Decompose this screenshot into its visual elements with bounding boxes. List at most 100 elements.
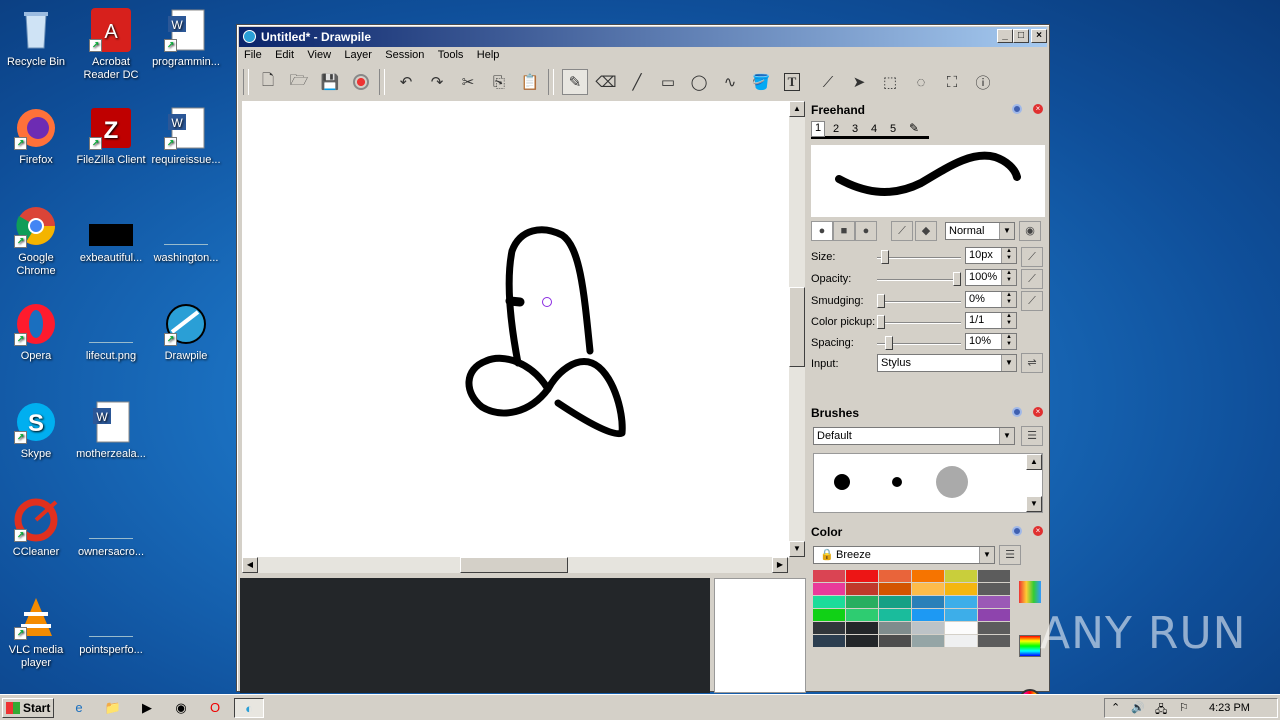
opacity-spinbox[interactable]: 100% ▲ ▼ xyxy=(965,269,1017,286)
paste-icon[interactable]: 📋 xyxy=(517,69,543,95)
size-spinbox[interactable]: 10px ▲ ▼ xyxy=(965,247,1017,264)
volume-icon[interactable]: 🔊 xyxy=(1131,701,1145,714)
color-swatch[interactable] xyxy=(978,609,1010,621)
desktop-icon-acrobat[interactable]: A ↗ Acrobat Reader DC xyxy=(73,8,149,82)
action-center-icon[interactable]: ⚐ xyxy=(1179,701,1189,714)
color-swatch[interactable] xyxy=(945,570,977,582)
undo-icon[interactable]: ↶ xyxy=(393,69,419,95)
color-swatch[interactable] xyxy=(912,622,944,634)
desktop-icon-ownersacro[interactable]: ownersacro... xyxy=(73,498,149,559)
color-swatch[interactable] xyxy=(879,596,911,608)
chrome-taskbar-icon[interactable]: ◉ xyxy=(170,698,192,718)
rectangle-tool-icon[interactable]: ▭ xyxy=(655,69,681,95)
desktop-icon-recycle-bin[interactable]: Recycle Bin xyxy=(0,8,74,69)
smudging-spinbox[interactable]: 0% ▲ ▼ xyxy=(965,291,1017,308)
close-button[interactable]: × xyxy=(1031,29,1047,43)
color-swatch[interactable] xyxy=(978,635,1010,647)
brush-preset-small[interactable] xyxy=(892,477,902,487)
desktop-icon-drawpile[interactable]: ↗ Drawpile xyxy=(148,302,224,363)
brush-slot-5[interactable]: 5 xyxy=(890,123,896,135)
close-panel-icon[interactable]: × xyxy=(1033,104,1043,114)
desktop-icon-ccleaner[interactable]: ↗ CCleaner xyxy=(0,498,74,559)
color-swatch[interactable] xyxy=(879,583,911,595)
save-icon[interactable]: 💾 xyxy=(317,69,343,95)
desktop-icon-opera[interactable]: ↗ Opera xyxy=(0,302,74,363)
canvas-vertical-scrollbar[interactable]: ▲ ▼ xyxy=(789,101,805,557)
color-swatch[interactable] xyxy=(912,635,944,647)
desktop-icon-lifecut[interactable]: lifecut.png xyxy=(73,302,149,363)
new-file-icon[interactable]: 🗋 xyxy=(255,69,281,95)
input-settings-icon[interactable]: ⇌ xyxy=(1021,353,1043,373)
color-picker-icon[interactable]: ⟋ xyxy=(815,69,841,95)
vertical-scroll-thumb[interactable] xyxy=(789,287,805,367)
opacity-slider-knob[interactable] xyxy=(953,272,961,286)
brush-slot-2[interactable]: 2 xyxy=(833,123,839,135)
color-swatch[interactable] xyxy=(912,583,944,595)
line-tool-icon[interactable]: ╱ xyxy=(624,69,650,95)
open-folder-icon[interactable]: 🗁 xyxy=(286,69,312,95)
color-swatch[interactable] xyxy=(978,622,1010,634)
float-panel-icon[interactable] xyxy=(1012,104,1022,114)
media-player-taskbar-icon[interactable]: ▶ xyxy=(136,698,158,718)
desktop-icon-chrome[interactable]: ↗ Google Chrome xyxy=(0,204,74,278)
color-swatch[interactable] xyxy=(945,622,977,634)
input-select[interactable]: Stylus ▼ xyxy=(877,354,1017,372)
color-swatch[interactable] xyxy=(846,622,878,634)
color-swatch[interactable] xyxy=(846,596,878,608)
redo-icon[interactable]: ↷ xyxy=(424,69,450,95)
ie-taskbar-icon[interactable]: e xyxy=(68,698,90,718)
minimize-button[interactable]: _ xyxy=(997,29,1013,43)
menu-layer[interactable]: Layer xyxy=(339,47,377,63)
color-swatch[interactable] xyxy=(945,583,977,595)
brush-slot-4[interactable]: 4 xyxy=(871,123,877,135)
menu-edit[interactable]: Edit xyxy=(270,47,299,63)
chat-box[interactable] xyxy=(240,578,710,693)
brush-preset-select[interactable]: Default ▼ xyxy=(813,427,1015,445)
size-slider-knob[interactable] xyxy=(880,250,889,264)
opera-taskbar-icon[interactable]: O xyxy=(204,698,226,718)
float-panel-icon[interactable] xyxy=(1012,407,1022,417)
menu-file[interactable]: File xyxy=(239,47,267,63)
palette-select[interactable]: 🔒 Breeze ▼ xyxy=(813,546,995,564)
color-swatch[interactable] xyxy=(912,596,944,608)
rect-select-icon[interactable]: ⬚ xyxy=(877,69,903,95)
colorpickup-slider-knob[interactable] xyxy=(877,315,885,329)
lasso-select-icon[interactable]: ◌ xyxy=(908,69,934,95)
colorpickup-spinbox[interactable]: 1/1 ▲ ▼ xyxy=(965,312,1017,329)
menu-help[interactable]: Help xyxy=(472,47,505,63)
desktop-icon-pointsperfo[interactable]: pointsperfo... xyxy=(73,596,149,657)
start-button[interactable]: Start xyxy=(2,698,54,718)
opacity-slider[interactable] xyxy=(877,279,961,281)
color-swatch[interactable] xyxy=(813,609,845,621)
color-swatch[interactable] xyxy=(846,570,878,582)
user-list[interactable] xyxy=(714,578,806,693)
color-swatch[interactable] xyxy=(879,635,911,647)
drawing-canvas[interactable] xyxy=(242,101,789,558)
text-tool-icon[interactable]: T xyxy=(779,69,805,95)
eraser-slot-icon[interactable]: ✎ xyxy=(909,121,919,135)
brush-menu-icon[interactable]: ☰ xyxy=(1021,426,1043,446)
record-icon[interactable] xyxy=(348,69,374,95)
smudging-slider-knob[interactable] xyxy=(877,294,885,308)
color-swatch[interactable] xyxy=(813,596,845,608)
color-swatch[interactable] xyxy=(846,583,878,595)
spacing-spinbox[interactable]: 10% ▲ ▼ xyxy=(965,333,1017,350)
brush-mode-icon[interactable]: ⟋ xyxy=(891,221,913,241)
brush-presets-list[interactable]: ▲ ▼ xyxy=(813,453,1043,513)
slider-mode-icon[interactable] xyxy=(1019,635,1041,657)
color-swatch[interactable] xyxy=(978,583,1010,595)
color-swatch[interactable] xyxy=(813,622,845,634)
soft-brush-icon[interactable]: ● xyxy=(855,221,877,241)
brush-slot-1[interactable]: 1 xyxy=(811,121,825,137)
size-pressure-icon[interactable]: ⟋ xyxy=(1021,247,1043,267)
square-brush-icon[interactable]: ■ xyxy=(833,221,855,241)
scroll-down-icon[interactable]: ▼ xyxy=(789,541,805,557)
tray-expand-icon[interactable]: ⌃ xyxy=(1111,701,1120,714)
desktop-icon-word-doc-2[interactable]: W ↗ requireissue... xyxy=(148,106,224,167)
brush-preset-hard[interactable] xyxy=(834,474,850,490)
scroll-left-icon[interactable]: ◀ xyxy=(242,557,258,573)
close-panel-icon[interactable]: × xyxy=(1033,526,1043,536)
menu-view[interactable]: View xyxy=(302,47,336,63)
scroll-right-icon[interactable]: ▶ xyxy=(772,557,788,573)
color-swatch[interactable] xyxy=(813,583,845,595)
